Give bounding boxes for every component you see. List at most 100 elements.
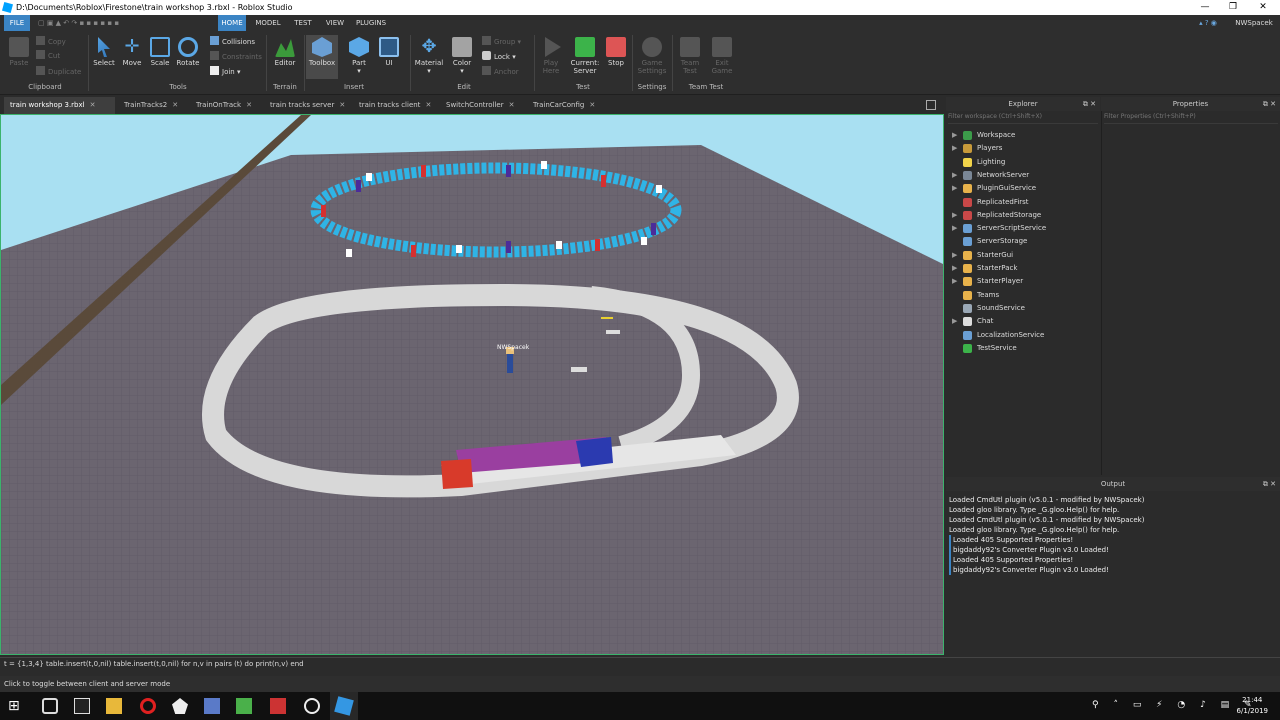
- anchor-button[interactable]: Anchor: [482, 66, 519, 78]
- close-button[interactable]: ✕: [1248, 0, 1278, 15]
- expand-arrow-icon[interactable]: ▶: [952, 209, 957, 222]
- expand-arrow-icon[interactable]: ▶: [952, 129, 957, 142]
- menu-file[interactable]: FILE: [4, 15, 30, 31]
- explorer-item-teams[interactable]: Teams: [946, 289, 1100, 302]
- close-tab-icon[interactable]: ✕: [172, 101, 178, 109]
- move-button[interactable]: ✛ Move: [120, 37, 144, 68]
- exit-game-button[interactable]: Exit Game: [708, 37, 736, 75]
- document-icon[interactable]: [204, 698, 220, 714]
- explorer-item-testservice[interactable]: TestService: [946, 342, 1100, 355]
- select-button[interactable]: Select: [92, 37, 116, 67]
- duplicate-button[interactable]: Duplicate: [36, 66, 81, 78]
- windows-start-icon[interactable]: ⊞: [8, 698, 24, 714]
- scene[interactable]: NWSpacek: [1, 115, 944, 655]
- explorer-item-replicatedstorage[interactable]: ▶ ReplicatedStorage: [946, 209, 1100, 222]
- tab-train-workshop[interactable]: train workshop 3.rbxl ✕: [4, 97, 115, 114]
- stop-button[interactable]: Stop: [604, 37, 628, 67]
- ui-button[interactable]: UI: [378, 37, 400, 67]
- material-button[interactable]: ✥ Material ▾: [414, 37, 444, 76]
- expand-arrow-icon[interactable]: ▶: [952, 169, 957, 182]
- expand-arrow-icon[interactable]: ▶: [952, 182, 957, 195]
- close-icon[interactable]: ⧉ ✕: [1083, 97, 1096, 111]
- explorer-item-soundservice[interactable]: SoundService: [946, 302, 1100, 315]
- expand-arrow-icon[interactable]: ▶: [952, 142, 957, 155]
- minimize-button[interactable]: —: [1190, 0, 1220, 15]
- expand-arrow-icon[interactable]: ▶: [952, 262, 957, 275]
- opera-icon[interactable]: [140, 698, 156, 714]
- rotate-button[interactable]: Rotate: [176, 37, 200, 67]
- close-tab-icon[interactable]: ✕: [90, 101, 96, 109]
- explorer-item-startergui[interactable]: ▶ StarterGui: [946, 249, 1100, 262]
- close-tab-icon[interactable]: ✕: [339, 101, 345, 109]
- menu-test[interactable]: TEST: [290, 15, 316, 31]
- 3d-viewport[interactable]: NWSpacek: [0, 114, 944, 655]
- user-name[interactable]: NWSpacek: [1230, 15, 1278, 31]
- player-avatar[interactable]: [507, 353, 513, 373]
- explorer-item-starterplayer[interactable]: ▶ StarterPlayer: [946, 275, 1100, 288]
- expand-arrow-icon[interactable]: ▶: [952, 315, 957, 328]
- menu-model[interactable]: MODEL: [252, 15, 284, 31]
- explorer-item-pluginguiservice[interactable]: ▶ PluginGuiService: [946, 182, 1100, 195]
- toolbox-button[interactable]: Toolbox: [306, 35, 338, 79]
- tab-train-tracks-client[interactable]: train tracks client ✕: [353, 97, 437, 114]
- expand-arrow-icon[interactable]: ▶: [952, 275, 957, 288]
- close-tab-icon[interactable]: ✕: [589, 101, 595, 109]
- explorer-item-localizationservice[interactable]: LocalizationService: [946, 329, 1100, 342]
- tab-traincarconfig[interactable]: TrainCarConfig ✕: [527, 97, 599, 114]
- explorer-item-players[interactable]: ▶ Players: [946, 142, 1100, 155]
- obs-icon[interactable]: [304, 698, 320, 714]
- clock[interactable]: 21:44 6/1/2019: [1237, 695, 1268, 717]
- paste-button[interactable]: Paste: [6, 37, 32, 67]
- explorer-item-chat[interactable]: ▶ Chat: [946, 315, 1100, 328]
- explorer-item-starterpack[interactable]: ▶ StarterPack: [946, 262, 1100, 275]
- maximize-button[interactable]: ❐: [1218, 0, 1248, 15]
- play-here-button[interactable]: Play Here: [538, 37, 564, 75]
- lock-button[interactable]: Lock ▾: [482, 51, 516, 63]
- fullscreen-icon[interactable]: [926, 100, 936, 110]
- cut-button[interactable]: Cut: [36, 50, 60, 62]
- menu-home[interactable]: HOME: [218, 15, 246, 31]
- chrome-icon[interactable]: [270, 698, 286, 714]
- properties-filter-input[interactable]: Filter Properties (Ctrl+Shift+P): [1104, 113, 1278, 124]
- help-share-icons[interactable]: ▴ ? ◉: [1188, 15, 1228, 31]
- expand-arrow-icon[interactable]: ▶: [952, 222, 957, 235]
- current-server-toggle[interactable]: Current: Server: [568, 37, 602, 75]
- app-icon[interactable]: [172, 698, 188, 714]
- close-tab-icon[interactable]: ✕: [509, 101, 515, 109]
- expand-arrow-icon[interactable]: ▶: [952, 249, 957, 262]
- explorer-item-workspace[interactable]: ▶ Workspace: [946, 129, 1100, 142]
- group-button[interactable]: Group ▾: [482, 36, 521, 48]
- menu-plugins[interactable]: PLUGINS: [352, 15, 390, 31]
- explorer-item-lighting[interactable]: Lighting: [946, 156, 1100, 169]
- terrain-editor-button[interactable]: Editor: [272, 37, 298, 67]
- explorer-item-serverscriptservice[interactable]: ▶ ServerScriptService: [946, 222, 1100, 235]
- file-explorer-icon[interactable]: [106, 698, 122, 714]
- command-bar-input[interactable]: t = {1,3,4} table.insert(t,0,nil) table.…: [0, 657, 1280, 669]
- tab-switchcontroller[interactable]: SwitchController ✕: [440, 97, 520, 114]
- menu-view[interactable]: VIEW: [322, 15, 348, 31]
- notepad-icon[interactable]: [236, 698, 252, 714]
- close-icon[interactable]: ⧉ ✕: [1263, 477, 1276, 491]
- explorer-item-serverstorage[interactable]: ServerStorage: [946, 235, 1100, 248]
- explorer-item-networkserver[interactable]: ▶ NetworkServer: [946, 169, 1100, 182]
- constraints-toggle[interactable]: Constraints: [210, 51, 262, 63]
- team-test-button[interactable]: Team Test: [676, 37, 704, 75]
- join-toggle[interactable]: Join ▾: [210, 66, 240, 78]
- close-tab-icon[interactable]: ✕: [425, 101, 431, 109]
- scale-button[interactable]: Scale: [148, 37, 172, 67]
- copy-button[interactable]: Copy: [36, 36, 66, 48]
- system-tray-icons[interactable]: ⚲ ˄ ▭ ⚡ ◔ ♪ ▤ ✎: [1092, 700, 1258, 710]
- tab-traintracks2[interactable]: TrainTracks2 ✕: [118, 97, 182, 114]
- terminal-icon[interactable]: [74, 698, 90, 714]
- tab-trainontrack[interactable]: TrainOnTrack ✕: [190, 97, 260, 114]
- game-settings-button[interactable]: Game Settings: [636, 37, 668, 75]
- color-button[interactable]: Color ▾: [450, 37, 474, 75]
- explorer-item-replicatedfirst[interactable]: ReplicatedFirst: [946, 196, 1100, 209]
- close-icon[interactable]: ⧉ ✕: [1263, 97, 1276, 111]
- collisions-toggle[interactable]: Collisions: [210, 36, 255, 48]
- close-tab-icon[interactable]: ✕: [246, 101, 252, 109]
- task-view-icon[interactable]: [42, 698, 58, 714]
- tab-train-tracks-server[interactable]: train tracks server ✕: [264, 97, 350, 114]
- part-button[interactable]: Part ▾: [346, 37, 372, 75]
- explorer-filter-input[interactable]: Filter workspace (Ctrl+Shift+X): [948, 113, 1098, 124]
